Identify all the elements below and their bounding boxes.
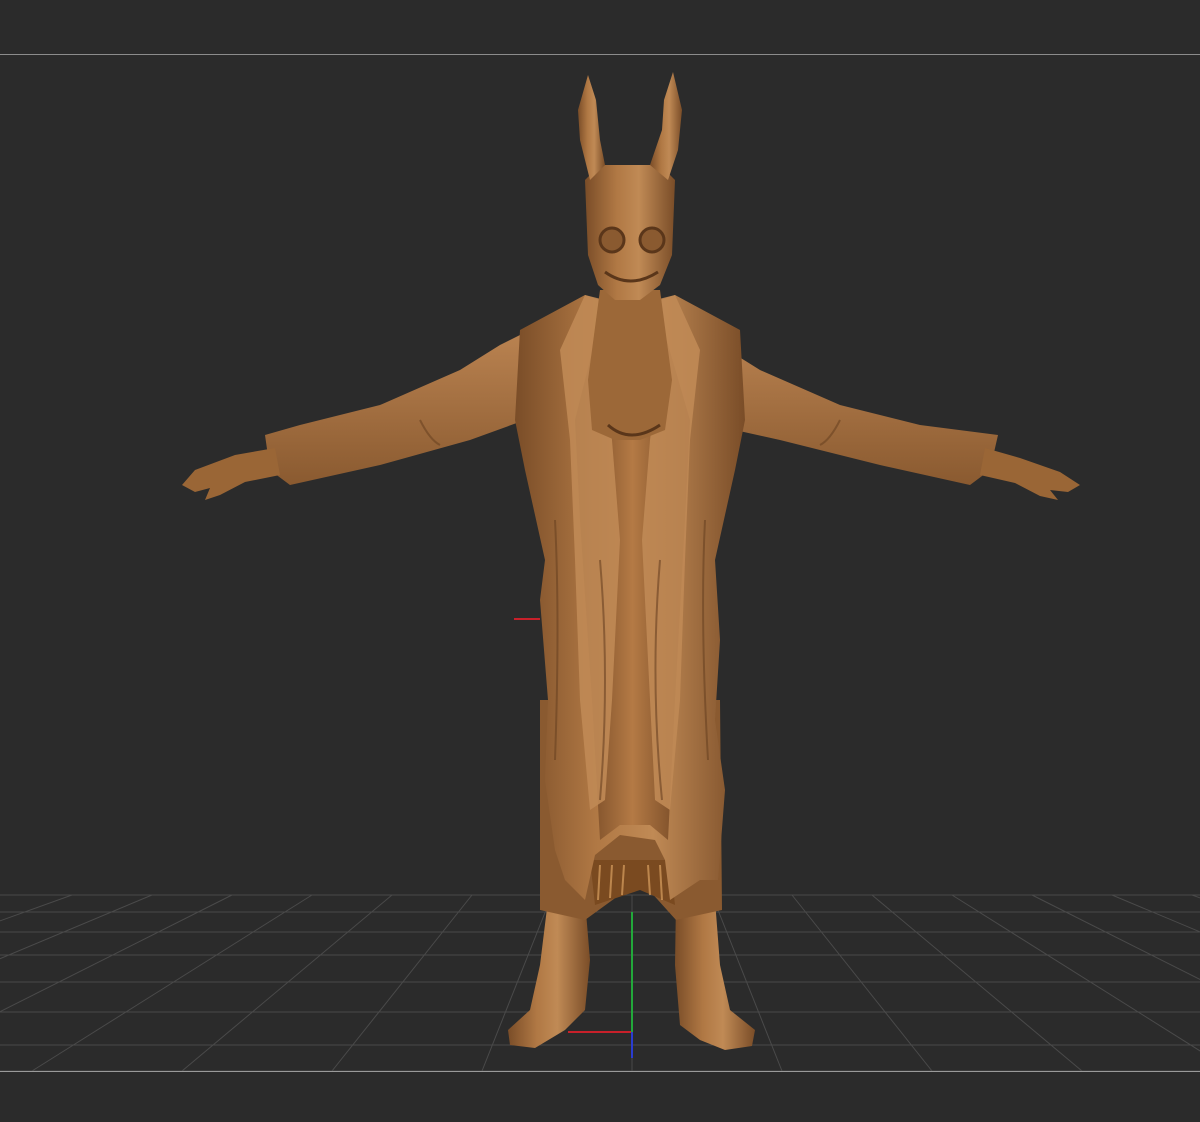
3d-viewport[interactable] (0, 0, 1200, 1122)
right-boot (675, 900, 755, 1050)
viewport-scene[interactable] (0, 0, 1200, 1122)
viewport-bottom-border (0, 1071, 1200, 1072)
left-horn (578, 75, 605, 180)
left-arm (265, 335, 525, 485)
right-goggle (638, 226, 666, 254)
floor-grid (0, 894, 1200, 1072)
collar (588, 290, 672, 440)
left-hand (182, 448, 280, 500)
left-goggle (598, 226, 626, 254)
right-hand (980, 448, 1080, 500)
sculpt-model[interactable] (182, 72, 1080, 1050)
right-horn (650, 72, 682, 180)
